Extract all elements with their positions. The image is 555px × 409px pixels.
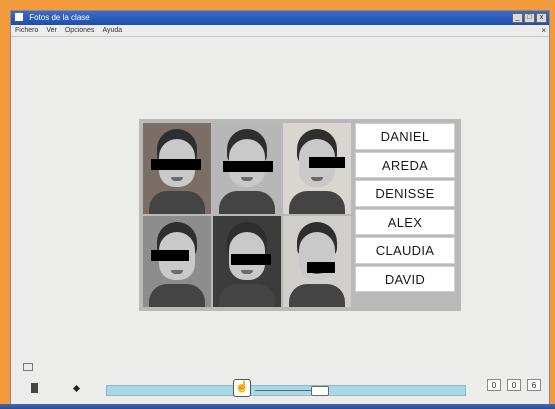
child-photo[interactable] [213, 216, 281, 307]
name-card[interactable]: DANIEL [355, 123, 455, 150]
privacy-bar [231, 254, 271, 265]
taskbar [0, 404, 555, 409]
diamond-icon[interactable] [72, 384, 81, 393]
menu-bar: Fichero Ver Opciones Ayuda × [11, 25, 549, 37]
photo-shirt [149, 191, 205, 214]
child-photo[interactable] [283, 216, 351, 307]
photo-grid [143, 123, 351, 307]
privacy-bar [223, 161, 273, 172]
activity-stage: DANIEL AREDA DENISSE ALEX CLAUDIA DAVID [11, 37, 549, 377]
hand-icon[interactable]: ☝ [233, 379, 251, 397]
name-card[interactable]: DENISSE [355, 180, 455, 207]
menu-item-view[interactable]: Ver [46, 25, 57, 36]
name-card[interactable]: ALEX [355, 208, 455, 235]
app-window: Fotos de la clase _ □ x Fichero Ver Opci… [10, 10, 550, 406]
name-list: DANIEL AREDA DENISSE ALEX CLAUDIA DAVID [355, 123, 455, 307]
counter-value: 0 [487, 379, 501, 391]
child-photo[interactable] [143, 216, 211, 307]
grid-icon[interactable] [23, 363, 33, 371]
matching-board: DANIEL AREDA DENISSE ALEX CLAUDIA DAVID [139, 119, 461, 311]
slider-track[interactable] [255, 390, 311, 391]
child-photo[interactable] [143, 123, 211, 214]
privacy-bar [309, 157, 345, 168]
menu-item-options[interactable]: Opciones [65, 25, 95, 36]
score-counters: 0 0 6 [487, 379, 541, 391]
privacy-bar [151, 159, 201, 170]
child-photo[interactable] [213, 123, 281, 214]
counter-value: 0 [507, 379, 521, 391]
minimize-button[interactable]: _ [512, 13, 523, 23]
close-button[interactable]: x [536, 13, 547, 23]
window-title: Fotos de la clase [29, 13, 90, 22]
app-icon [15, 13, 23, 21]
menu-item-file[interactable]: Fichero [15, 25, 38, 36]
counter-value: 6 [527, 379, 541, 391]
photo-shirt [289, 284, 345, 307]
name-card[interactable]: AREDA [355, 151, 455, 178]
close-icon[interactable]: × [541, 25, 546, 36]
photo-shirt [289, 191, 345, 214]
counter: 6 [527, 379, 541, 391]
control-bar: ☝ 0 0 6 [11, 377, 549, 405]
photo-shirt [149, 284, 205, 307]
menu-item-help[interactable]: Ayuda [102, 25, 122, 36]
document-icon[interactable] [31, 383, 38, 393]
maximize-button[interactable]: □ [524, 13, 535, 23]
slider-knob[interactable] [311, 386, 329, 396]
name-card[interactable]: DAVID [355, 265, 455, 292]
photo-shirt [219, 284, 275, 307]
counter: 0 [487, 379, 501, 391]
name-card[interactable]: CLAUDIA [355, 237, 455, 264]
photo-shirt [219, 191, 275, 214]
window-controls: _ □ x [512, 13, 547, 23]
privacy-bar [151, 250, 189, 261]
privacy-bar [307, 262, 335, 273]
child-photo[interactable] [283, 123, 351, 214]
counter: 0 [507, 379, 521, 391]
title-bar: Fotos de la clase _ □ x [11, 11, 549, 25]
